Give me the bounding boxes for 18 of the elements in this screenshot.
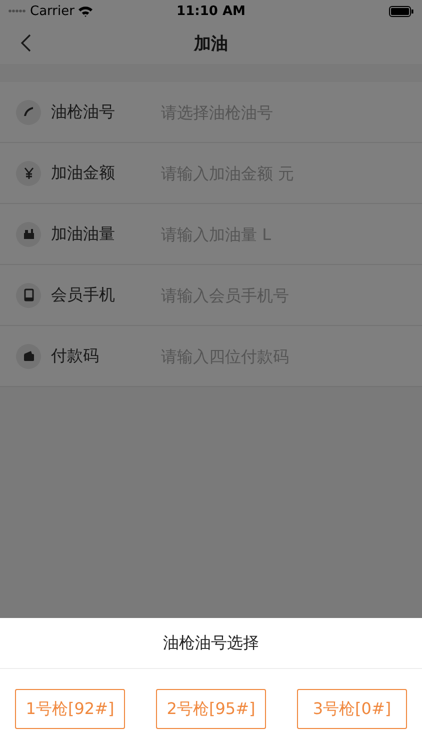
nozzle-option-button[interactable]: 2号枪[95#] [156,689,266,729]
battery-icon [389,6,414,16]
nozzle-option-button[interactable]: 3号枪[0#] [297,689,407,729]
phone-icon [16,282,41,308]
field-label: 加油金额 [51,162,116,184]
back-icon [20,33,32,53]
wifi-icon [78,6,94,16]
page-title: 加油 [194,34,228,54]
sheet-title: 油枪油号选择 [163,632,259,654]
signal-icon [8,9,26,13]
field-label: 加油油量 [51,224,116,244]
status-time: 11:10 AM [176,4,246,18]
field-label: 油枪油号 [51,102,116,122]
nozzle-option-button[interactable]: 1号枪[92#] [15,689,125,729]
field-label: 付款码 [51,346,100,366]
carrier-label: Carrier [30,4,74,18]
yen-icon [16,160,41,186]
field-label: 会员手机 [51,284,116,306]
